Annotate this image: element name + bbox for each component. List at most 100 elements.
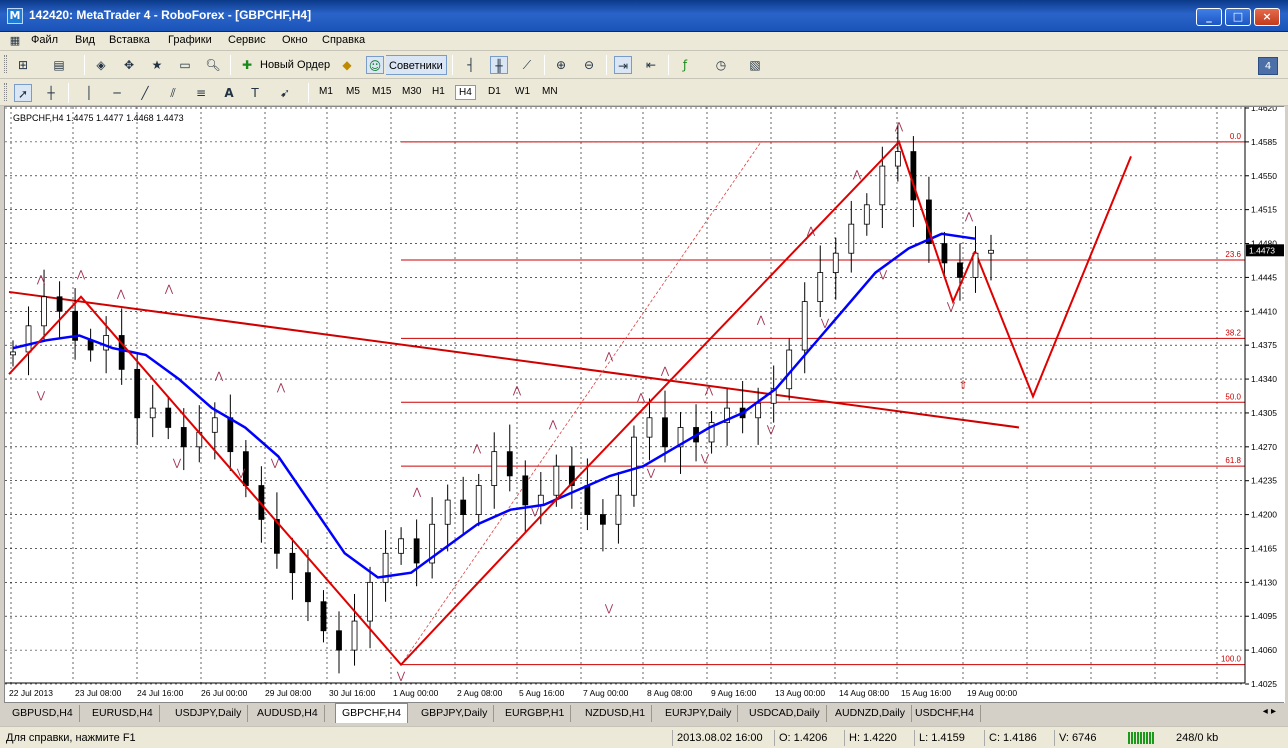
- chart-tab[interactable]: AUDUSD,H4: [251, 705, 325, 722]
- menu-window[interactable]: Окно: [282, 34, 308, 46]
- candle-body: [957, 262, 963, 278]
- auto-scroll-icon[interactable]: ⇥: [614, 56, 632, 74]
- horizontal-line-icon[interactable]: ─: [108, 84, 126, 102]
- chart-tab[interactable]: GBPUSD,H4: [6, 705, 80, 722]
- metaeditor-icon[interactable]: ◆: [338, 56, 356, 74]
- tab-scroll-arrows-icon[interactable]: ◂ ▸: [1263, 706, 1276, 717]
- terminal-window: M 142420: MetaTrader 4 - RoboForex - [GB…: [0, 0, 1288, 748]
- candle-body: [801, 301, 808, 351]
- fractal-up-icon: ⋀: [412, 487, 422, 498]
- equidistant-channel-icon[interactable]: ⫽: [164, 84, 182, 102]
- chart-tab[interactable]: EURGBP,H1: [499, 705, 572, 722]
- new-order-button[interactable]: Новый Ордер: [257, 55, 333, 75]
- minimize-button[interactable]: _: [1196, 8, 1222, 26]
- market-watch-icon[interactable]: ◈: [92, 56, 110, 74]
- status-volume: V: 6746: [1054, 730, 1124, 746]
- candle-body: [615, 494, 622, 525]
- chart-tab[interactable]: USDCAD,Daily: [743, 705, 827, 722]
- status-high: H: 1.4220: [844, 730, 912, 746]
- mailbox-icon[interactable]: 4: [1258, 57, 1278, 75]
- menu-view[interactable]: Вид: [75, 34, 95, 46]
- status-low: L: 1.4159: [914, 730, 982, 746]
- periods-icon[interactable]: ◷: [712, 56, 730, 74]
- expert-advisors-icon[interactable]: ☺: [366, 56, 384, 74]
- chart-tab[interactable]: USDJPY,Daily: [169, 705, 249, 722]
- candle-body: [398, 538, 404, 554]
- status-close: C: 1.4186: [984, 730, 1054, 746]
- fractal-down-icon: ⋁: [236, 468, 246, 479]
- toolbar-grip[interactable]: [4, 55, 7, 73]
- maximize-button[interactable]: □: [1225, 8, 1251, 26]
- timeframe-d1[interactable]: D1: [485, 85, 504, 98]
- timeframe-mn[interactable]: MN: [539, 85, 561, 98]
- text-label-icon[interactable]: T: [246, 84, 264, 102]
- trendline-icon[interactable]: ╱: [136, 84, 154, 102]
- price-tick-label: 1.4550: [1251, 171, 1277, 181]
- fractal-up-icon: ⋀: [636, 392, 646, 403]
- fractal-down-icon: ⋁: [270, 458, 280, 469]
- timeframe-m15[interactable]: M15: [369, 85, 394, 98]
- cursor-icon[interactable]: ➚: [14, 84, 32, 102]
- fractal-down-icon: ⋁: [946, 301, 956, 312]
- timeframe-h4[interactable]: H4: [455, 85, 476, 100]
- fractal-down-icon: ⋁: [172, 458, 182, 469]
- terminal-icon[interactable]: ▭: [176, 56, 194, 74]
- indicators-icon[interactable]: ƒ: [676, 56, 694, 74]
- arrows-icon[interactable]: ➹: [276, 84, 294, 102]
- zoom-out-icon[interactable]: ⊖: [580, 56, 598, 74]
- candle-body: [553, 465, 560, 496]
- profiles-icon[interactable]: ▤: [50, 56, 68, 74]
- chart-canvas[interactable]: 0.0 23.6 38.2 50.0 61.8 100.0 ⋀ ⋀ ⋀ ⋀ ⋀ ⋀ ⋀ ⋀ ⋀ ⋀ ⋀ ⋀ ⋀ ⋀ ⋀…: [5, 103, 1285, 703]
- menu-file[interactable]: Файл: [31, 34, 58, 46]
- fractal-up-icon: ⋀: [276, 383, 286, 394]
- new-order-icon[interactable]: ✚: [238, 56, 256, 74]
- candle-body: [941, 243, 948, 264]
- chart-tab[interactable]: USDCHF,H4: [909, 705, 981, 722]
- line-chart-icon[interactable]: ⟋: [518, 56, 536, 74]
- data-window-icon[interactable]: ✥: [120, 56, 138, 74]
- navigator-icon[interactable]: ★: [148, 56, 166, 74]
- title-bar[interactable]: M 142420: MetaTrader 4 - RoboForex - [GB…: [0, 0, 1288, 32]
- fibonacci-icon[interactable]: ≡: [192, 84, 210, 102]
- menu-tools[interactable]: Сервис: [228, 34, 266, 46]
- chart-tab[interactable]: GBPJPY,Daily: [415, 705, 495, 722]
- price-tick-label: 1.4235: [1251, 476, 1277, 486]
- candle-body: [367, 581, 373, 622]
- chart-tab[interactable]: EURJPY,Daily: [659, 705, 739, 722]
- timeframe-w1[interactable]: W1: [512, 85, 533, 98]
- fibonacci-level-label: 38.2: [1225, 328, 1241, 337]
- candlestick-icon[interactable]: ╫: [490, 56, 508, 74]
- crosshair-icon[interactable]: ┼: [42, 84, 60, 102]
- timeframe-m30[interactable]: M30: [399, 85, 424, 98]
- status-open: O: 1.4206: [774, 730, 842, 746]
- candle-body: [600, 514, 606, 525]
- fibonacci-level-label: 61.8: [1225, 456, 1241, 465]
- chart-tab[interactable]: GBPCHF,H4: [335, 703, 408, 723]
- expert-advisors-button[interactable]: Советники: [386, 55, 447, 75]
- close-button[interactable]: ×: [1254, 8, 1280, 26]
- fractal-down-icon: ⋁: [646, 468, 656, 479]
- chart-tab[interactable]: EURUSD,H4: [86, 705, 160, 722]
- text-icon[interactable]: A: [220, 84, 238, 102]
- vertical-line-icon[interactable]: │: [80, 84, 98, 102]
- price-tick-label: 1.4515: [1251, 205, 1277, 215]
- chart-shift-icon[interactable]: ⇤: [642, 56, 660, 74]
- strategy-tester-icon[interactable]: 🔍︎: [204, 56, 222, 74]
- templates-icon[interactable]: ▧: [746, 56, 764, 74]
- child-window-icon[interactable]: ▦: [6, 32, 24, 50]
- price-chart[interactable]: 0.0 23.6 38.2 50.0 61.8 100.0 ⋀ ⋀ ⋀ ⋀ ⋀ ⋀ ⋀ ⋀ ⋀ ⋀ ⋀ ⋀ ⋀ ⋀ ⋀…: [4, 103, 1285, 703]
- time-tick-label: 2 Aug 08:00: [457, 688, 503, 698]
- menu-help[interactable]: Справка: [322, 34, 365, 46]
- zoom-in-icon[interactable]: ⊕: [552, 56, 570, 74]
- chart-tab[interactable]: AUDNZD,Daily: [829, 705, 913, 722]
- chart-tab[interactable]: NZDUSD,H1: [579, 705, 653, 722]
- timeframe-m5[interactable]: M5: [343, 85, 363, 98]
- toolbar-grip-2[interactable]: [4, 83, 7, 101]
- bar-chart-icon[interactable]: ┤: [462, 56, 480, 74]
- timeframe-h1[interactable]: H1: [429, 85, 448, 98]
- new-chart-icon[interactable]: ⊞: [14, 56, 32, 74]
- menu-insert[interactable]: Вставка: [109, 34, 150, 46]
- timeframe-m1[interactable]: M1: [316, 85, 336, 98]
- menu-charts[interactable]: Графики: [168, 34, 212, 46]
- candle-body: [134, 368, 141, 419]
